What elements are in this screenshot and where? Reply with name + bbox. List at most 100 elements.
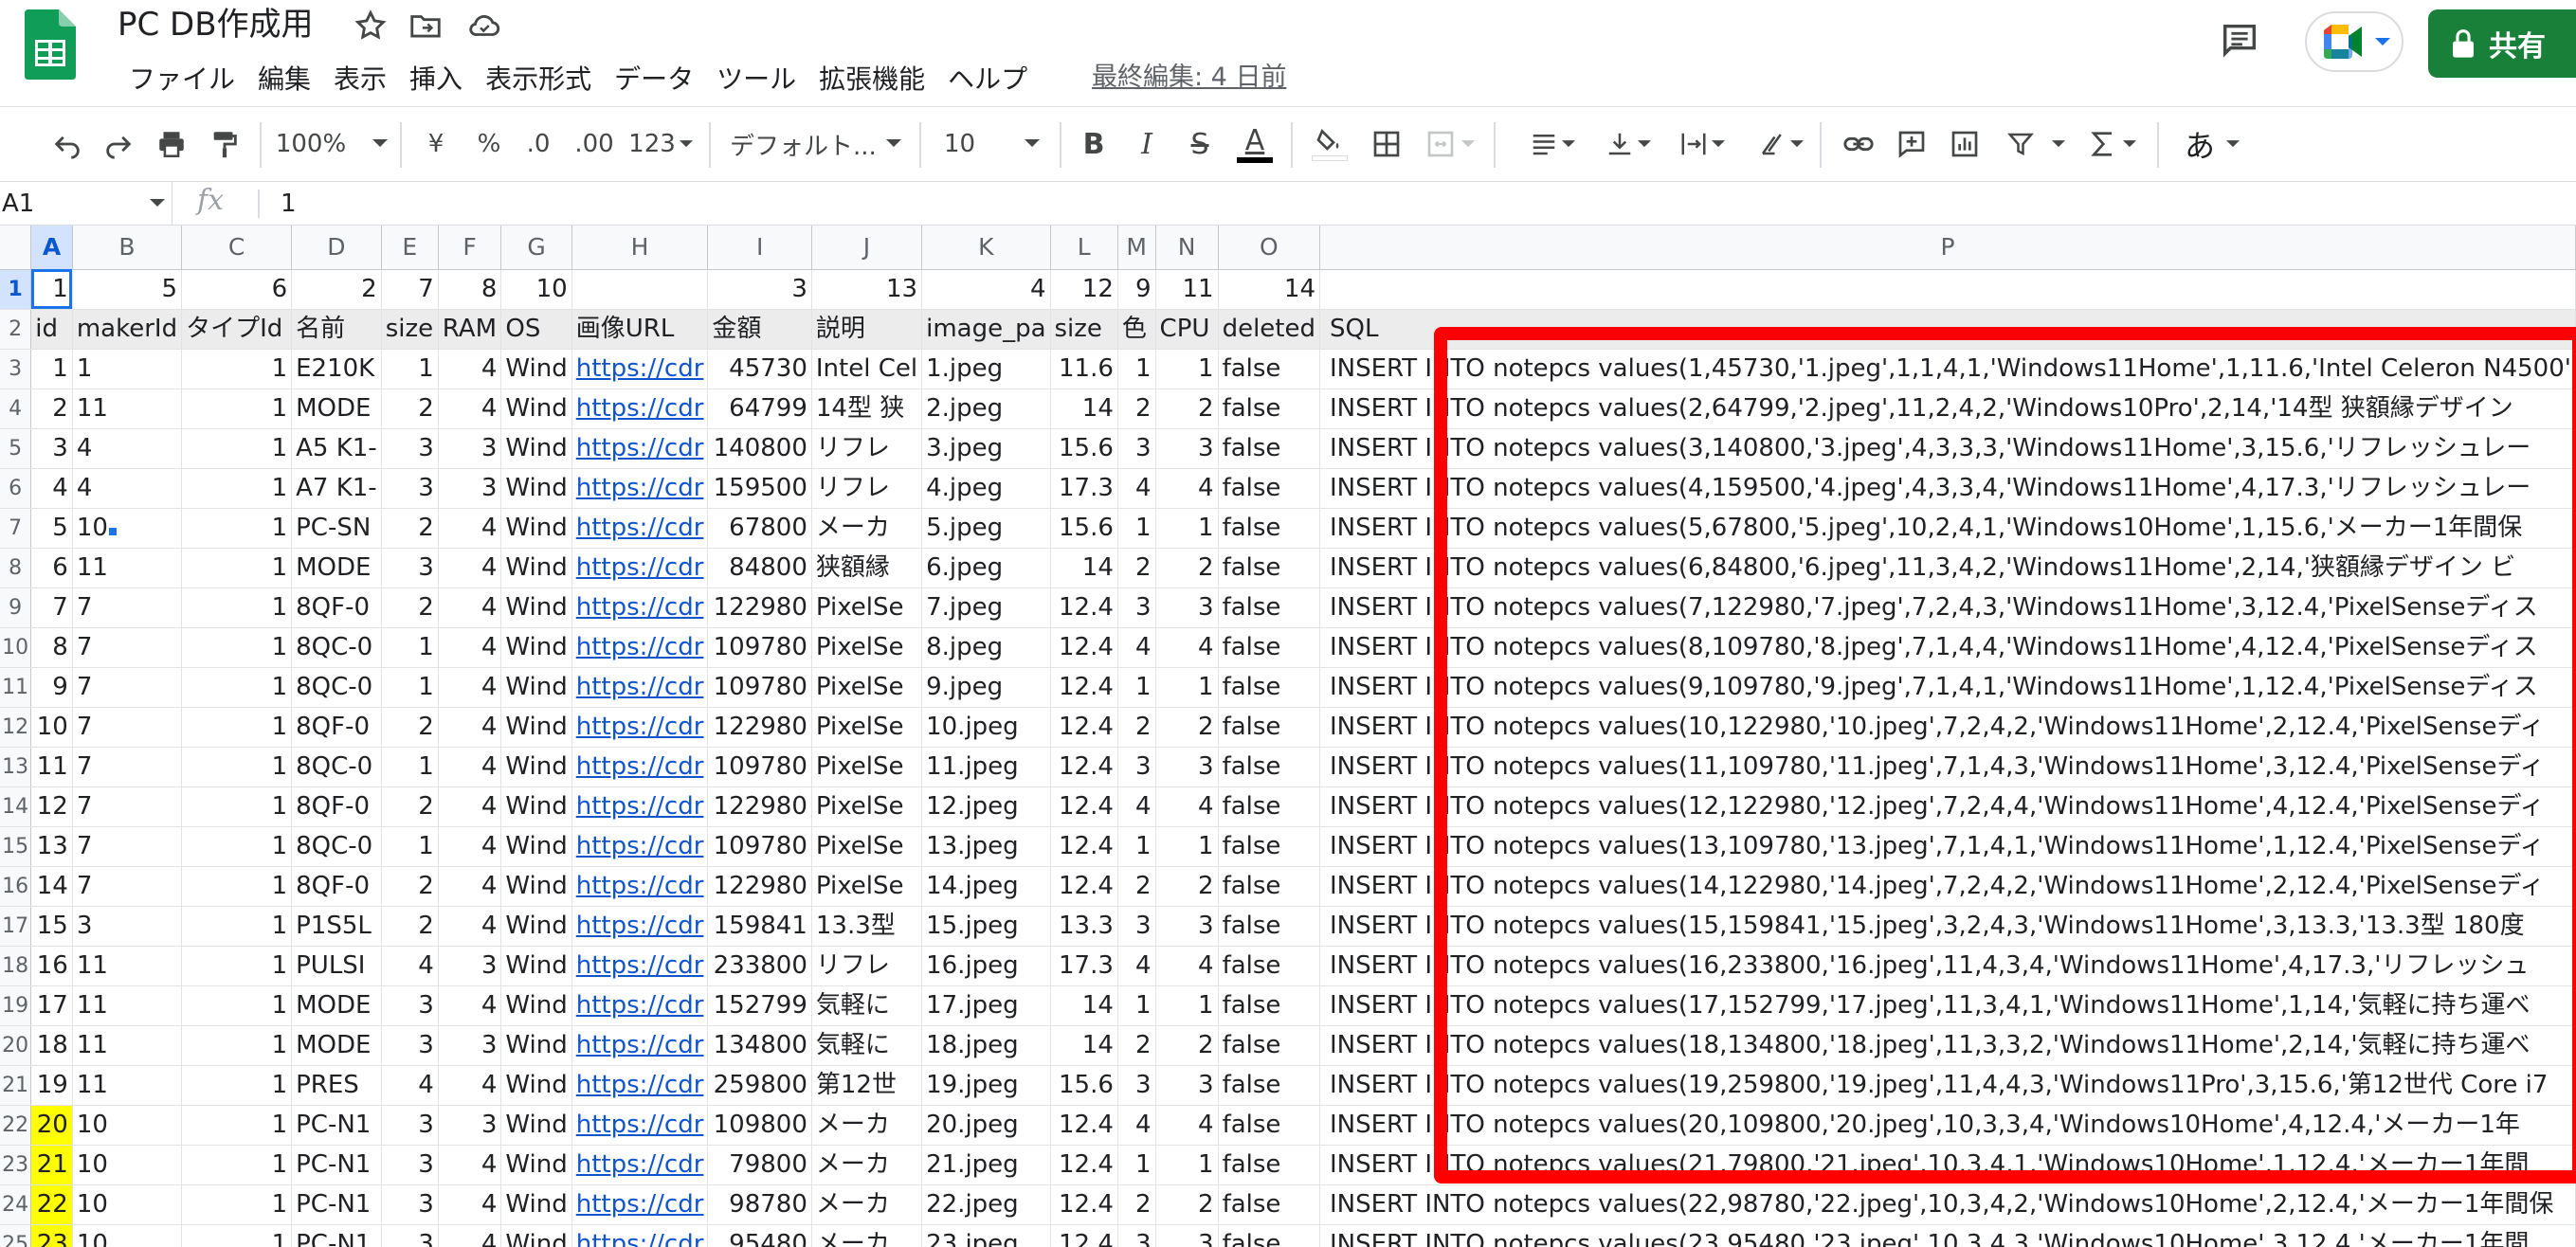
cell[interactable]: 7 xyxy=(72,627,183,668)
cell[interactable]: 2.jpeg xyxy=(921,389,1051,429)
cell[interactable]: 1 xyxy=(1155,826,1219,867)
cell[interactable]: 14型 狭 xyxy=(811,389,923,429)
cell[interactable]: 10 xyxy=(30,707,73,748)
cell[interactable]: 1 xyxy=(381,627,439,668)
cell[interactable]: 3 xyxy=(438,1105,502,1146)
cell[interactable]: PRES xyxy=(291,1065,382,1106)
cell[interactable]: 1 xyxy=(1155,1145,1219,1185)
cell[interactable]: 67800 xyxy=(707,508,812,549)
cell[interactable]: 3 xyxy=(30,428,73,469)
cell[interactable]: 1 xyxy=(1117,826,1156,867)
cell[interactable]: 12.4 xyxy=(1050,747,1118,787)
cell[interactable]: 19.jpeg xyxy=(921,1065,1051,1106)
cell[interactable]: Wind xyxy=(500,946,572,986)
cell[interactable]: 7.jpeg xyxy=(921,587,1051,628)
cell[interactable]: 2 xyxy=(381,906,439,947)
cell[interactable]: 16.jpeg xyxy=(921,946,1051,986)
cell[interactable]: 17.3 xyxy=(1050,946,1118,986)
image-url-link[interactable]: https://cdr xyxy=(571,826,709,867)
cell[interactable]: 7 xyxy=(72,587,183,628)
cell[interactable]: Wind xyxy=(500,786,572,827)
image-url-link[interactable]: https://cdr xyxy=(571,1224,709,1247)
image-url-link[interactable]: https://cdr xyxy=(571,627,709,668)
cell[interactable]: 14 xyxy=(1050,548,1118,588)
menu-edit[interactable]: 編集 xyxy=(246,59,322,97)
cell[interactable]: MODE xyxy=(291,1025,382,1066)
cell[interactable]: メーカ xyxy=(811,1105,923,1146)
cell[interactable]: false xyxy=(1218,1224,1321,1247)
cell[interactable]: 16 xyxy=(30,946,73,986)
cell[interactable]: 4 xyxy=(30,468,73,509)
cell[interactable]: 109780 xyxy=(707,667,812,708)
cell[interactable]: 13.jpeg xyxy=(921,826,1051,867)
cell[interactable]: 1 xyxy=(1155,667,1219,708)
cell[interactable]: PC-N1 xyxy=(291,1224,382,1247)
cell[interactable]: 5.jpeg xyxy=(921,508,1051,549)
cell[interactable]: 4 xyxy=(1117,627,1156,668)
cell[interactable]: 第12世 xyxy=(811,1065,923,1106)
cell[interactable]: 22.jpeg xyxy=(921,1184,1051,1225)
cell[interactable]: 3 xyxy=(381,428,439,469)
cell[interactable]: 1 xyxy=(181,946,293,986)
cell[interactable]: 12.4 xyxy=(1050,1105,1118,1146)
menu-extensions[interactable]: 拡張機能 xyxy=(807,59,936,97)
header-cell[interactable]: 金額 xyxy=(707,309,812,350)
cell[interactable]: 12.jpeg xyxy=(921,786,1051,827)
cell[interactable]: Wind xyxy=(500,627,572,668)
select-all-corner[interactable] xyxy=(0,226,32,270)
vertical-align-icon[interactable] xyxy=(1600,117,1657,172)
cell[interactable]: PixelSe xyxy=(811,826,923,867)
cell[interactable]: 1 xyxy=(30,349,73,389)
cell[interactable]: 4 xyxy=(438,548,502,588)
row-header[interactable]: 4 xyxy=(0,389,32,429)
cell[interactable]: 159841 xyxy=(707,906,812,947)
cell[interactable]: 4 xyxy=(1155,946,1219,986)
row-header[interactable]: 8 xyxy=(0,548,32,588)
cell[interactable]: 233800 xyxy=(707,946,812,986)
row-header[interactable]: 24 xyxy=(0,1184,32,1225)
cell[interactable]: 20.jpeg xyxy=(921,1105,1051,1146)
image-url-link[interactable]: https://cdr xyxy=(571,349,709,389)
cell[interactable]: 気軽に xyxy=(811,985,923,1026)
cell[interactable]: 3 xyxy=(1117,1065,1156,1106)
row-header[interactable]: 12 xyxy=(0,707,32,748)
image-url-link[interactable]: https://cdr xyxy=(571,1025,709,1066)
cell[interactable]: 1 xyxy=(181,1025,293,1066)
cell[interactable]: 79800 xyxy=(707,1145,812,1185)
cell[interactable]: 8QC-0 xyxy=(291,627,382,668)
menu-file[interactable]: ファイル xyxy=(118,59,246,97)
cell[interactable]: 1 xyxy=(181,906,293,947)
cell[interactable]: Wind xyxy=(500,866,572,907)
cell[interactable]: 14 xyxy=(1218,269,1321,310)
cell[interactable]: 7 xyxy=(30,587,73,628)
menu-data[interactable]: データ xyxy=(603,59,705,97)
cell[interactable]: 159500 xyxy=(707,468,812,509)
column-header-b[interactable]: B xyxy=(72,226,183,270)
sql-cell[interactable]: INSERT INTO notepcs values(23,95480,'23.… xyxy=(1319,1224,2576,1247)
cell[interactable]: Wind xyxy=(500,1065,572,1106)
cell[interactable]: 1 xyxy=(1117,508,1156,549)
column-header-j[interactable]: J xyxy=(811,226,923,270)
cell[interactable]: 1 xyxy=(181,587,293,628)
row-header[interactable]: 11 xyxy=(0,667,32,708)
cell[interactable]: 98780 xyxy=(707,1184,812,1225)
header-cell[interactable]: size xyxy=(1050,309,1118,350)
cell[interactable]: PC-N1 xyxy=(291,1145,382,1185)
cell[interactable]: PULSI xyxy=(291,946,382,986)
sheets-logo-icon[interactable] xyxy=(25,9,76,80)
cell[interactable]: 10 xyxy=(72,508,183,549)
cell[interactable]: false xyxy=(1218,786,1321,827)
cell[interactable]: 2 xyxy=(30,389,73,429)
cell[interactable]: 259800 xyxy=(707,1065,812,1106)
cell[interactable]: MODE xyxy=(291,548,382,588)
cell[interactable]: 4 xyxy=(1155,627,1219,668)
cell[interactable]: 2 xyxy=(1155,548,1219,588)
cell[interactable]: 3 xyxy=(381,1025,439,1066)
cell[interactable]: 1 xyxy=(181,985,293,1026)
cell[interactable]: Wind xyxy=(500,826,572,867)
row-header[interactable]: 17 xyxy=(0,906,32,947)
cell[interactable]: 17.3 xyxy=(1050,468,1118,509)
cell[interactable]: リフレ xyxy=(811,946,923,986)
header-cell[interactable]: タイプId xyxy=(181,309,293,350)
cell[interactable]: 122980 xyxy=(707,707,812,748)
